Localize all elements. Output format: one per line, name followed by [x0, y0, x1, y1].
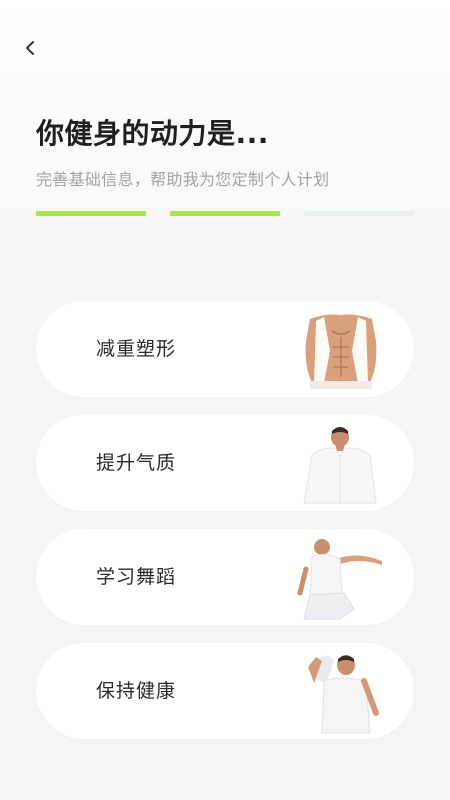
- option-label: 保持健康: [96, 680, 177, 702]
- page-subtitle: 完善基础信息，帮助我为您定制个人计划: [36, 170, 330, 189]
- man-white-shirt-photo: [303, 427, 377, 504]
- option-label: 减重塑形: [96, 338, 177, 360]
- option-improve-temperament[interactable]: 提升气质: [36, 415, 414, 511]
- progress-step-3: [304, 211, 414, 216]
- man-stretching-photo: [308, 655, 379, 734]
- progress-step-1: [36, 211, 146, 216]
- chevron-left-icon: [26, 41, 34, 55]
- back-button[interactable]: [18, 36, 42, 60]
- option-stay-healthy[interactable]: 保持健康: [36, 643, 414, 739]
- progress-step-2: [170, 211, 280, 216]
- page-title: 你健身的动力是...: [36, 117, 269, 150]
- option-learn-dance[interactable]: 学习舞蹈: [36, 529, 414, 625]
- dancer-photo: [297, 539, 382, 620]
- step-progress: [36, 211, 414, 216]
- option-label: 学习舞蹈: [96, 566, 177, 588]
- option-lose-weight[interactable]: 减重塑形: [36, 301, 414, 397]
- option-label: 提升气质: [96, 452, 177, 474]
- muscular-torso-photo: [305, 314, 377, 389]
- motivation-options: 减重塑形 提升气质 学习舞蹈 保持健康: [36, 301, 414, 757]
